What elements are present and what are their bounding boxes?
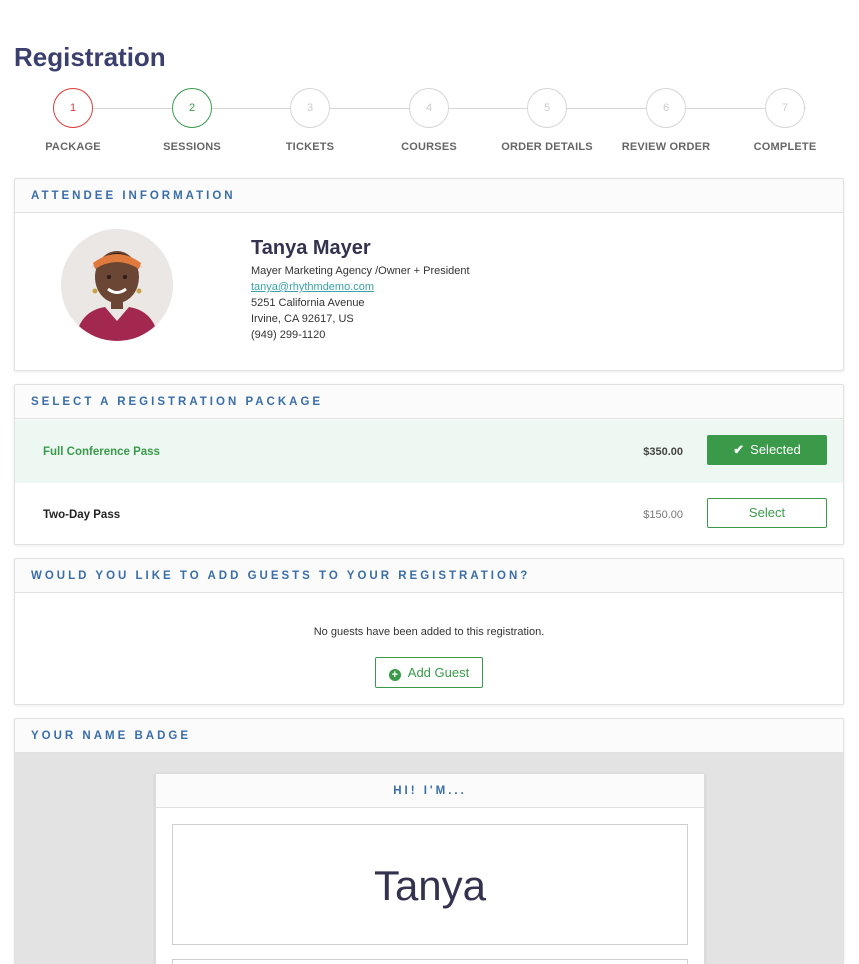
- add-guest-label: Add Guest: [407, 665, 470, 680]
- package-price: $350.00: [643, 446, 683, 458]
- guests-panel-header: WOULD YOU LIKE TO ADD GUESTS TO YOUR REG…: [15, 559, 843, 593]
- package-select-button[interactable]: Select: [707, 498, 827, 528]
- guests-panel: WOULD YOU LIKE TO ADD GUESTS TO YOUR REG…: [14, 558, 844, 705]
- badge-card-header: HI! I'M...: [156, 774, 704, 808]
- attendee-address-line1: 5251 California Avenue: [251, 297, 365, 309]
- step-review-order[interactable]: 6 REVIEW ORDER: [606, 88, 726, 153]
- step-number: 5: [527, 88, 567, 128]
- step-package[interactable]: 1 PACKAGE: [13, 88, 133, 153]
- name-badge-panel-header: YOUR NAME BADGE: [15, 719, 843, 753]
- avatar: [61, 229, 173, 341]
- avatar-photo: [61, 229, 173, 341]
- add-guest-button[interactable]: + Add Guest: [375, 657, 483, 688]
- no-guests-message: No guests have been added to this regist…: [313, 626, 545, 638]
- package-panel-header: SELECT A REGISTRATION PACKAGE: [15, 385, 843, 419]
- step-number: 7: [765, 88, 805, 128]
- step-number: 1: [53, 88, 93, 128]
- step-complete[interactable]: 7 COMPLETE: [725, 88, 845, 153]
- package-price: $150.00: [643, 509, 683, 521]
- step-label: REVIEW ORDER: [621, 141, 711, 153]
- package-name: Full Conference Pass: [43, 446, 160, 458]
- name-badge-card: HI! I'M... Tanya: [155, 773, 705, 964]
- check-icon: ✔: [733, 442, 745, 457]
- step-label: COURSES: [401, 141, 457, 153]
- step-courses[interactable]: 4 COURSES: [369, 88, 489, 153]
- package-button-label: Selected: [750, 442, 801, 457]
- badge-secondary-field[interactable]: [172, 959, 688, 964]
- step-label: PACKAGE: [45, 141, 101, 153]
- attendee-company: Mayer Marketing Agency /Owner + Presiden…: [251, 265, 470, 277]
- attendee-name: Tanya Mayer: [251, 237, 371, 259]
- step-number: 3: [290, 88, 330, 128]
- package-row-two-day: Two-Day Pass $150.00 Select: [15, 483, 843, 544]
- attendee-panel: ATTENDEE INFORMATION Tanya Mayer Mayer M…: [14, 178, 844, 371]
- name-badge-panel: YOUR NAME BADGE HI! I'M... Tanya: [14, 718, 844, 964]
- badge-name-field[interactable]: Tanya: [172, 824, 688, 945]
- step-number: 4: [409, 88, 449, 128]
- step-label: ORDER DETAILS: [501, 141, 593, 153]
- registration-stepper: 1 PACKAGE 2 SESSIONS 3 TICKETS 4 COURSES…: [14, 88, 844, 158]
- step-number: 6: [646, 88, 686, 128]
- step-label: SESSIONS: [163, 141, 221, 153]
- attendee-phone: (949) 299-1120: [251, 329, 326, 341]
- plus-circle-icon: +: [388, 669, 401, 681]
- page-title: Registration: [14, 42, 166, 72]
- attendee-panel-header: ATTENDEE INFORMATION: [15, 179, 843, 213]
- package-panel: SELECT A REGISTRATION PACKAGE Full Confe…: [14, 384, 844, 545]
- attendee-address-line2: Irvine, CA 92617, US: [251, 313, 354, 325]
- package-name: Two-Day Pass: [43, 509, 121, 521]
- attendee-email-link[interactable]: tanya@rhythmdemo.com: [251, 281, 374, 293]
- package-row-full-conference: Full Conference Pass $350.00 ✔ Selected: [15, 420, 843, 483]
- step-order-details[interactable]: 5 ORDER DETAILS: [487, 88, 607, 153]
- step-tickets[interactable]: 3 TICKETS: [250, 88, 370, 153]
- step-label: TICKETS: [285, 141, 335, 153]
- badge-preview-area: HI! I'M... Tanya: [15, 753, 843, 964]
- step-number: 2: [172, 88, 212, 128]
- package-selected-button[interactable]: ✔ Selected: [707, 435, 827, 465]
- step-sessions[interactable]: 2 SESSIONS: [132, 88, 252, 153]
- step-label: COMPLETE: [753, 141, 817, 153]
